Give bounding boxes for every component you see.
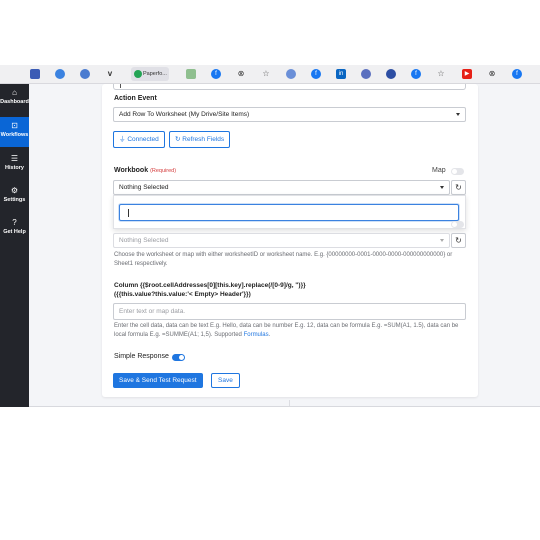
column-placeholder: Enter text or map data. xyxy=(119,308,186,315)
action-event-select[interactable]: Add Row To Worksheet (My Drive/Site Item… xyxy=(113,107,466,122)
column-label: Column {{$root.cellAddresses[0][this.key… xyxy=(114,281,464,299)
worksheet-refresh-button[interactable]: ↻ xyxy=(451,233,466,248)
workbook-label-text: Workbook xyxy=(114,167,149,174)
worksheet-help-text: Choose the worksheet or map with either … xyxy=(114,252,453,267)
column-label-line1: Column {{$root.cellAddresses[0][this.key… xyxy=(114,282,306,289)
bookmark-papers-label: Paperfo... xyxy=(143,71,167,77)
action-event-label: Action Event xyxy=(114,95,157,102)
sidebar-item-label: Dashboard xyxy=(0,99,29,105)
action-event-value: Add Row To Worksheet (My Drive/Site Item… xyxy=(119,111,250,118)
sidebar-item-label: Get Help xyxy=(3,229,26,235)
facebook-icon[interactable]: f xyxy=(211,69,221,79)
workbook-map-toggle[interactable] xyxy=(451,168,464,175)
workbook-select[interactable]: Nothing Selected xyxy=(113,180,450,195)
bookmark-icon[interactable] xyxy=(30,69,40,79)
home-icon: ⌂ xyxy=(12,88,17,97)
refresh-icon: ↻ xyxy=(455,236,462,245)
workbook-label: Workbook (Required) xyxy=(114,167,176,174)
required-badge: (Required) xyxy=(150,168,177,174)
worksheet-select[interactable]: Nothing Selected xyxy=(113,233,450,248)
bookmark-icon[interactable]: ⊗ xyxy=(236,69,246,79)
refresh-icon: ↻ xyxy=(455,183,462,192)
save-button[interactable]: Save xyxy=(211,373,240,388)
worksheet-value: Nothing Selected xyxy=(119,237,169,244)
chevron-down-icon xyxy=(456,113,460,116)
help-icon: ? xyxy=(12,218,17,227)
toggle-knob xyxy=(452,222,457,227)
save-and-send-test-button[interactable]: Save & Send Test Request xyxy=(113,373,203,388)
chevron-down-icon xyxy=(440,186,444,189)
refresh-fields-button[interactable]: ↻ Refresh Fields xyxy=(169,131,231,148)
sidebar-item-label: History xyxy=(5,165,24,171)
facebook-icon[interactable]: f xyxy=(411,69,421,79)
sidebar-item-history[interactable]: ☰ History xyxy=(0,150,29,180)
toggle-knob xyxy=(452,169,457,174)
formulas-link[interactable]: Formulas xyxy=(244,332,269,338)
text-cursor xyxy=(120,84,121,88)
workflow-icon: ⊡ xyxy=(11,121,18,130)
workbook-dropdown xyxy=(113,195,466,229)
sidebar-item-label: Settings xyxy=(3,197,26,203)
bookmark-dot-icon xyxy=(134,70,142,78)
text-cursor xyxy=(128,209,129,217)
workbook-refresh-button[interactable]: ↻ xyxy=(451,180,466,195)
bookmark-icon[interactable]: ⊗ xyxy=(487,69,497,79)
sidebar-item-dashboard[interactable]: ⌂ Dashboard xyxy=(0,84,29,114)
sidebar: ⌂ Dashboard ⊡ Workflows ☰ History ⚙ Sett… xyxy=(0,84,29,407)
star-icon[interactable]: ☆ xyxy=(261,69,271,79)
column-input[interactable]: Enter text or map data. xyxy=(113,303,466,320)
toggle-knob xyxy=(179,355,184,360)
connected-button[interactable]: ⏚ Connected xyxy=(113,131,165,148)
workbook-search-input[interactable] xyxy=(119,204,459,221)
bookmark-papers[interactable]: Paperfo... xyxy=(131,67,169,81)
bookmark-icon[interactable] xyxy=(286,69,296,79)
simple-response-label: Simple Response xyxy=(114,353,169,360)
star-icon[interactable]: ☆ xyxy=(436,69,446,79)
worksheet-map-toggle[interactable] xyxy=(451,221,464,228)
bottom-rule xyxy=(29,406,540,407)
refresh-fields-label: Refresh Fields xyxy=(182,136,225,143)
sidebar-item-label: Workflows xyxy=(0,132,29,138)
youtube-icon[interactable]: ▶ xyxy=(462,69,472,79)
linkedin-icon[interactable]: in xyxy=(336,69,346,79)
connected-label: Connected xyxy=(127,136,159,143)
sidebar-item-get-help[interactable]: ? Get Help xyxy=(0,214,29,244)
list-icon: ☰ xyxy=(10,154,19,163)
gear-icon: ⚙ xyxy=(10,186,19,195)
simple-response-toggle[interactable] xyxy=(172,354,185,361)
app-area: ⌂ Dashboard ⊡ Workflows ☰ History ⚙ Sett… xyxy=(0,84,540,407)
sidebar-item-settings[interactable]: ⚙ Settings xyxy=(0,182,29,212)
vimeo-icon[interactable]: v xyxy=(105,69,115,79)
column-help-body: Enter the cell data, data can be text E.… xyxy=(114,323,459,338)
sidebar-item-workflows[interactable]: ⊡ Workflows xyxy=(0,117,29,147)
column-label-line2: ({{this.value?this.value:'< Empty> Heade… xyxy=(114,291,251,298)
bookmark-icon[interactable] xyxy=(361,69,371,79)
previous-input[interactable] xyxy=(113,84,466,90)
map-label: Map xyxy=(432,167,446,174)
facebook-icon[interactable]: f xyxy=(512,69,522,79)
bookmark-icon[interactable] xyxy=(186,69,196,79)
workbook-value: Nothing Selected xyxy=(119,184,169,191)
chevron-down-icon xyxy=(440,239,444,242)
facebook-icon[interactable]: f xyxy=(311,69,321,79)
bookmark-icon[interactable] xyxy=(80,69,90,79)
bookmarks-bar: v Paperfo... f ⊗ ☆ f in f ☆ ▶ ⊗ f xyxy=(0,65,540,84)
bookmark-icon[interactable] xyxy=(55,69,65,79)
bookmark-icon[interactable] xyxy=(386,69,396,79)
column-help-text: Enter the cell data, data can be text E.… xyxy=(114,323,459,338)
